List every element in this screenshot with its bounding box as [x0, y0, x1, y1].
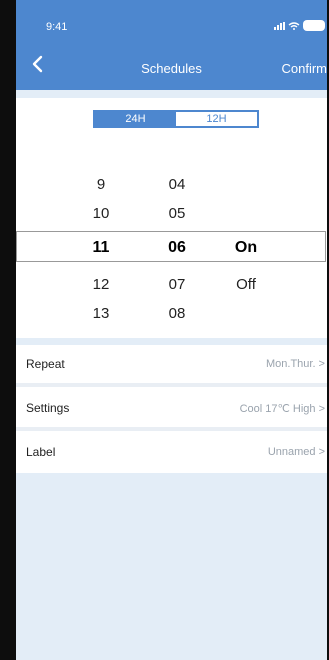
settings-row[interactable]: Settings Cool 17℃ High > — [16, 389, 327, 427]
battery-icon — [303, 20, 325, 31]
header-bar: 9:41 Schedules Confirm — [16, 0, 327, 90]
hour-option[interactable]: 9 — [81, 176, 121, 193]
repeat-value: Mon.Thur. > — [265, 358, 325, 370]
toggle-12h[interactable]: 12H — [176, 112, 257, 126]
label-value: Unnamed > — [267, 446, 325, 458]
label-label: Label — [26, 445, 56, 459]
minute-option-selected[interactable]: 06 — [157, 239, 197, 257]
status-icons — [274, 20, 325, 31]
hour-option[interactable]: 13 — [81, 305, 121, 322]
minute-option[interactable]: 08 — [157, 305, 197, 322]
state-option-selected[interactable]: On — [226, 239, 266, 257]
minute-option[interactable]: 05 — [157, 205, 197, 222]
settings-list: Repeat Mon.Thur. > Settings Cool 17℃ Hig… — [16, 345, 327, 473]
signal-icon — [274, 21, 285, 30]
wifi-icon — [288, 21, 300, 30]
phone-screen: 9:41 Schedules Confirm 24H 12H 9 10 11 1… — [0, 0, 329, 660]
hour-option[interactable]: 10 — [81, 205, 121, 222]
state-option[interactable]: Off — [226, 276, 266, 293]
repeat-label: Repeat — [26, 357, 65, 371]
status-time: 9:41 — [46, 21, 68, 33]
divider — [16, 383, 327, 387]
settings-label: Settings — [26, 401, 70, 415]
toggle-24h[interactable]: 24H — [95, 112, 176, 126]
divider — [16, 427, 327, 431]
repeat-row[interactable]: Repeat Mon.Thur. > — [16, 345, 327, 383]
minute-option[interactable]: 04 — [157, 176, 197, 193]
settings-value: Cool 17℃ High > — [239, 403, 325, 415]
page-title: Schedules — [141, 61, 202, 76]
minute-option[interactable]: 07 — [157, 276, 197, 293]
hour-mode-toggle: 24H 12H — [93, 110, 259, 128]
confirm-button[interactable]: Confirm — [281, 61, 327, 76]
back-chevron-icon[interactable] — [26, 52, 50, 76]
app-screen: 9:41 Schedules Confirm 24H 12H 9 10 11 1… — [16, 0, 327, 660]
hour-option[interactable]: 12 — [81, 276, 121, 293]
device-frame-left — [0, 0, 16, 660]
label-row[interactable]: Label Unnamed > — [16, 433, 327, 471]
hour-option-selected[interactable]: 11 — [81, 239, 121, 257]
